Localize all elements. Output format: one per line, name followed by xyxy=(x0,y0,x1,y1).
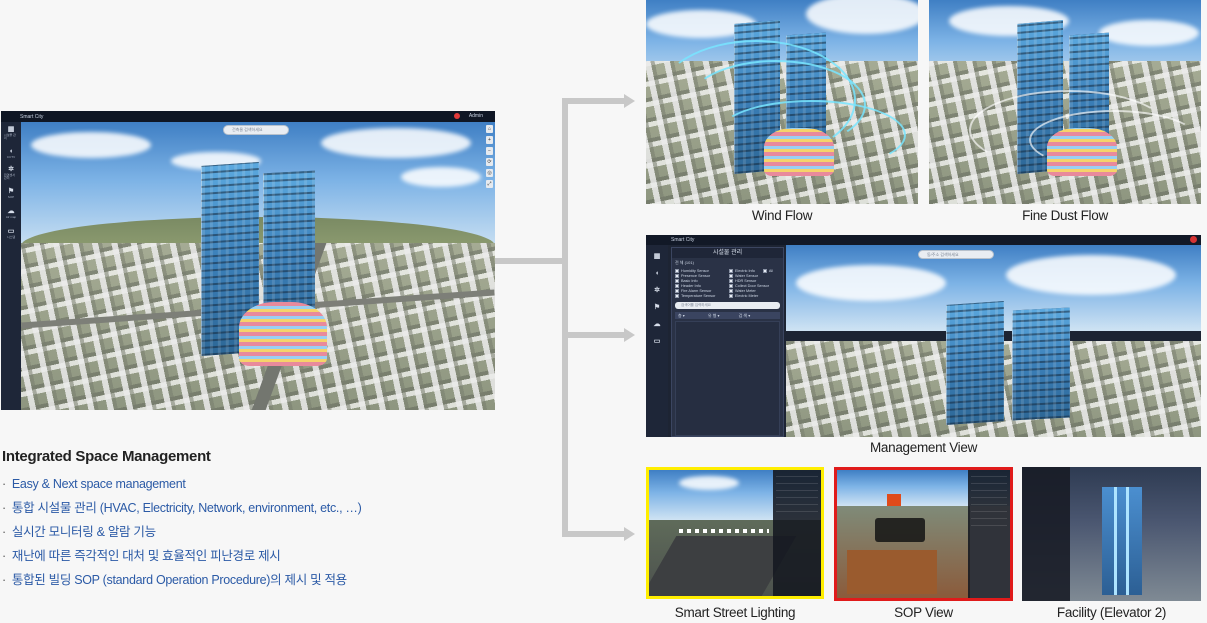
building-icon: ▦ xyxy=(7,126,15,133)
sidebar-item-system[interactable]: ▭ 시스템 xyxy=(4,226,18,240)
sidebar-item-environment[interactable]: ✲ 환경센서 관리 xyxy=(4,166,18,180)
rotate-button[interactable]: ⟳ xyxy=(486,158,493,166)
sidebar-item-facility[interactable]: ▦ 시설물 관리 xyxy=(4,126,18,140)
cctv-icon: ◖ xyxy=(654,269,660,277)
app-title: Smart City xyxy=(20,113,44,120)
connector-vertical xyxy=(562,98,568,537)
sidebar-item-facility[interactable]: ▦ xyxy=(650,250,664,262)
sidebar-item-system[interactable]: ▭ xyxy=(650,335,664,347)
arrow-top-icon xyxy=(624,94,635,108)
facility-filter-bar[interactable]: 층 ▾ 유 형 ▾ 검 색 ▾ xyxy=(675,312,780,319)
caption-smart-street-lighting: Smart Street Lighting xyxy=(674,605,796,620)
zoom-in-button[interactable]: + xyxy=(486,136,493,144)
app-sidebar: ▦ 시설물 관리 ◖ CCTV ✲ 환경센서 관리 ⚑ SOP ☁ Air map ▭ 시스… xyxy=(1,122,21,410)
facility-checkbox[interactable]: Fire Alarm Sensor xyxy=(675,289,726,293)
building-icon: ▦ xyxy=(653,252,661,260)
alarm-icon[interactable] xyxy=(1190,236,1197,243)
facility-result-list[interactable] xyxy=(675,321,780,436)
management-3d-view[interactable] xyxy=(786,245,1201,437)
feature-item: 통합된 빌딩 SOP (standard Operation Procedure… xyxy=(2,572,361,596)
connector-branch-bottom xyxy=(562,531,625,537)
section-title: Integrated Space Management xyxy=(2,448,211,465)
connector-branch-top xyxy=(562,98,625,104)
admin-label[interactable]: Admin xyxy=(469,113,483,119)
environment-icon: ✲ xyxy=(8,166,14,173)
wind-flow-view xyxy=(646,0,918,204)
sidebar-item-airmap[interactable]: ☁ Air map xyxy=(4,206,18,220)
caption-fine-dust-flow: Fine Dust Flow xyxy=(1022,208,1108,223)
map-search-input[interactable]: 동/주소 검색하세요 xyxy=(918,250,994,259)
caption-management-view: Management View xyxy=(869,440,978,455)
facility-checkbox[interactable]: Temperature Sensor xyxy=(675,294,726,298)
facility-checkbox[interactable]: Electric Meter xyxy=(729,294,780,298)
facility-checkbox[interactable]: Header Info xyxy=(675,284,726,288)
cctv-icon: ◖ xyxy=(8,147,14,155)
facility-panel: 시설물 관리 전 체 (101) Humidity Sensor Electri… xyxy=(671,247,784,437)
home-tool-button[interactable]: ⌂ xyxy=(486,125,493,133)
cloud-icon: ☁ xyxy=(653,320,661,328)
zoom-out-button[interactable]: − xyxy=(486,147,493,155)
caption-facility: Facility (Elevator 2) xyxy=(1056,605,1167,620)
facility-checkbox[interactable]: Basic Info xyxy=(675,279,726,283)
facility-checkbox[interactable]: HDR Sensor xyxy=(729,279,780,283)
facility-search-input[interactable]: 검색어를 입력하세요 xyxy=(675,302,780,309)
sop-view xyxy=(834,467,1013,601)
monitor-icon: ▭ xyxy=(7,227,15,235)
sidebar-item-airmap[interactable]: ☁ xyxy=(650,318,664,330)
connector-horizontal xyxy=(495,258,567,264)
map-toolbar: ⌂ + − ⟳ ◎ ⤢ xyxy=(486,125,493,188)
caption-sop-view: SOP View xyxy=(894,605,953,620)
facility-count: 전 체 (101) xyxy=(675,260,694,265)
sidebar-item-cctv[interactable]: ◖ CCTV xyxy=(4,146,18,160)
arrow-bottom-icon xyxy=(624,527,635,541)
feature-item: 실시간 모니터링 & 알람 기능 xyxy=(2,524,361,548)
facility-checkbox[interactable]: Humidity Sensor xyxy=(675,269,726,273)
smart-street-lighting-view xyxy=(646,467,824,599)
alarm-icon[interactable] xyxy=(454,113,460,119)
search-input[interactable]: 건축물 검색하세요 xyxy=(223,125,289,135)
fullscreen-button[interactable]: ⤢ xyxy=(486,180,493,188)
arrow-middle-icon xyxy=(624,328,635,342)
facility-checkbox[interactable]: Water Sensor xyxy=(729,274,780,278)
fine-dust-flow-view xyxy=(929,0,1201,204)
facility-checkbox[interactable]: Water Meter xyxy=(729,289,780,293)
sop-icon: ⚑ xyxy=(653,303,661,311)
target-button[interactable]: ◎ xyxy=(486,169,493,177)
feature-item: 통합 시설물 관리 (HVAC, Electricity, Network, e… xyxy=(2,500,362,524)
sidebar-item-environment[interactable]: ✲ xyxy=(650,284,664,296)
feature-list: Easy & Next space management 통합 시설물 관리 (… xyxy=(2,476,362,596)
app-titlebar: Smart City Admin xyxy=(1,111,495,122)
management-view-window: Smart City ▦ ◖ ✲ ⚑ ☁ ▭ 시설물 관리 전 체 (101) … xyxy=(646,235,1201,437)
facility-panel-title: 시설물 관리 xyxy=(672,248,783,258)
facility-checkbox[interactable]: Presence Sensor xyxy=(675,274,726,278)
city-3d-view[interactable]: 건축물 검색하세요 xyxy=(21,122,495,410)
feature-item: Easy & Next space management xyxy=(2,476,361,500)
connector-branch-middle xyxy=(562,332,625,338)
main-app-window: 건축물 검색하세요 Smart City Admin ▦ 시설물 관리 ◖ CCTV… xyxy=(1,111,495,410)
caption-wind-flow: Wind Flow xyxy=(751,208,813,223)
sidebar-item-sop[interactable]: ⚑ SOP xyxy=(4,186,18,200)
cloud-icon: ☁ xyxy=(7,207,15,215)
sidebar-item-cctv[interactable]: ◖ xyxy=(650,267,664,279)
page: 건축물 검색하세요 Smart City Admin ▦ 시설물 관리 ◖ CCTV… xyxy=(0,0,1207,623)
facility-checkbox[interactable]: Collect Door Sensor xyxy=(729,284,780,288)
facility-checkbox[interactable]: Electric Info All xyxy=(729,269,780,273)
mgmt-titlebar: Smart City xyxy=(646,235,1201,245)
facility-checklist: Humidity Sensor Electric Info All Presenc… xyxy=(672,268,783,299)
sop-icon: ⚑ xyxy=(7,187,15,195)
feature-item: 재난에 따른 즉각적인 대처 및 효율적인 피난경로 제시 xyxy=(2,548,361,572)
mgmt-app-title: Smart City xyxy=(671,237,695,243)
environment-icon: ✲ xyxy=(654,286,660,294)
facility-elevator-view xyxy=(1022,467,1201,601)
mgmt-sidebar: ▦ ◖ ✲ ⚑ ☁ ▭ xyxy=(646,245,668,437)
monitor-icon: ▭ xyxy=(653,337,661,345)
sidebar-item-sop[interactable]: ⚑ xyxy=(650,301,664,313)
